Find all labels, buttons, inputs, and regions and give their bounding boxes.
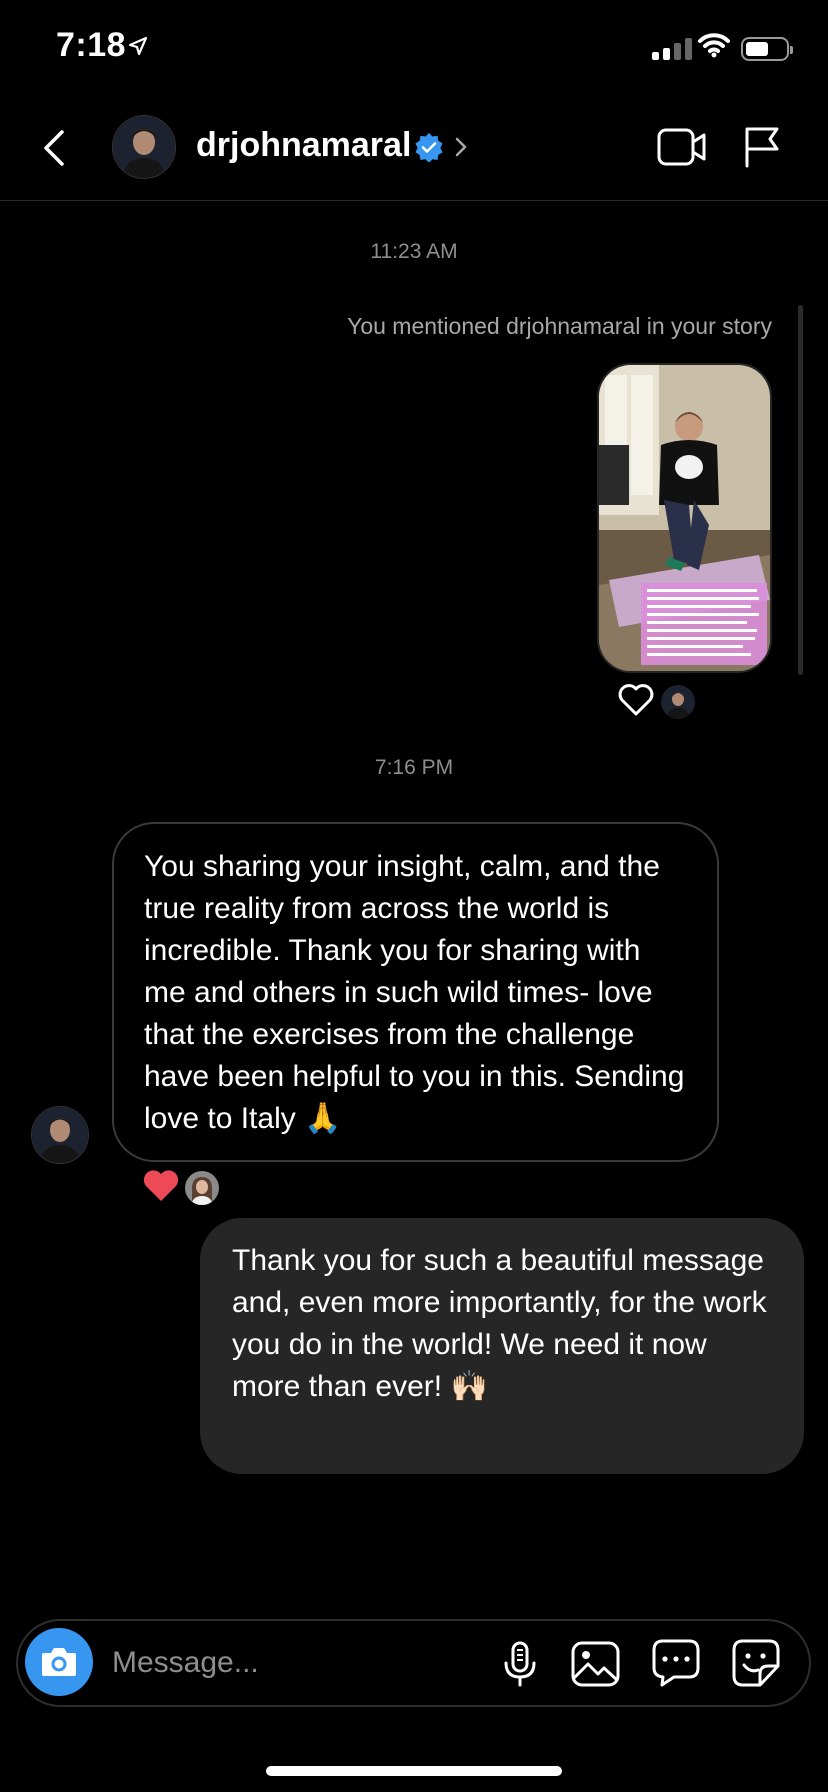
story-preview[interactable]	[597, 363, 772, 673]
sent-message-bubble[interactable]: Thank you for such a beautiful message a…	[200, 1218, 804, 1474]
received-message-bubble[interactable]: You sharing your insight, calm, and the …	[112, 822, 719, 1162]
location-arrow-icon	[128, 36, 148, 56]
verified-badge-icon	[415, 133, 443, 162]
contact-username[interactable]: drjohnamaral	[196, 126, 411, 165]
sticker-icon[interactable]	[730, 1638, 782, 1688]
timestamp: 11:23 AM	[370, 240, 458, 263]
scrollbar[interactable]	[798, 305, 803, 675]
home-indicator[interactable]	[266, 1766, 562, 1776]
report-flag-icon[interactable]	[742, 124, 782, 168]
timestamp: 7:16 PM	[374, 756, 454, 779]
heart-outline-icon[interactable]	[617, 683, 655, 717]
avatar[interactable]	[112, 115, 176, 179]
chevron-right-icon[interactable]	[454, 136, 468, 158]
back-chevron-icon[interactable]	[40, 128, 68, 168]
battery-icon	[741, 37, 793, 61]
status-time: 7:18	[56, 26, 127, 64]
message-input[interactable]	[112, 1640, 482, 1686]
story-mention-note: You mentioned drjohnamaral in your story	[347, 313, 772, 339]
microphone-icon[interactable]	[500, 1640, 540, 1688]
camera-icon	[42, 1648, 76, 1676]
reactor-avatar	[659, 683, 697, 721]
cellular-signal-icon	[652, 38, 692, 60]
gallery-icon[interactable]	[570, 1640, 622, 1688]
heart-reaction-icon[interactable]	[142, 1169, 180, 1203]
camera-button[interactable]	[25, 1628, 93, 1696]
reactor-avatar	[183, 1169, 221, 1207]
quick-reply-icon[interactable]	[650, 1638, 702, 1688]
video-call-icon[interactable]	[656, 126, 708, 168]
sender-avatar[interactable]	[31, 1106, 89, 1164]
wifi-icon	[698, 33, 730, 58]
